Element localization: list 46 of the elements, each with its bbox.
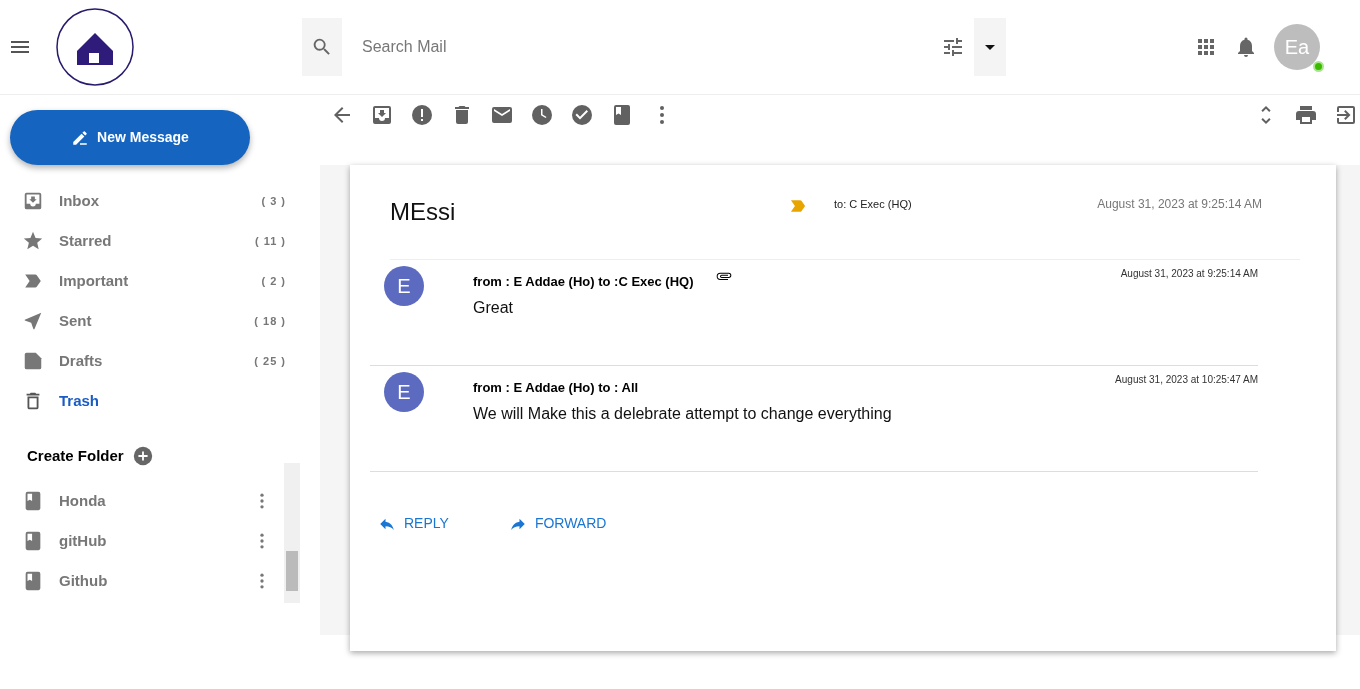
- message-date: August 31, 2023 at 10:25:47 AM: [1115, 373, 1258, 387]
- count-label: ( 25 ): [254, 353, 286, 369]
- scrollbar[interactable]: [284, 463, 300, 603]
- sliders-icon[interactable]: [941, 35, 965, 59]
- sender-avatar: E: [384, 266, 424, 306]
- inbox-tray-icon: [22, 190, 44, 212]
- message-header: from : E Addae (Ho) to : All: [473, 379, 639, 397]
- exclamation-circle-icon[interactable]: [410, 103, 434, 127]
- count-label: ( 3 ): [261, 193, 286, 209]
- create-folder-label: Create Folder: [27, 445, 124, 466]
- count-label: ( 2 ): [261, 273, 286, 289]
- forward-button[interactable]: FORWARD: [502, 512, 613, 535]
- star-icon: [22, 230, 44, 252]
- folder-item[interactable]: gitHub: [0, 521, 284, 561]
- count-label: ( 18 ): [254, 313, 286, 329]
- folder-item[interactable]: Honda: [0, 481, 284, 521]
- sender-avatar: E: [384, 372, 424, 412]
- count-label: ( 11 ): [254, 233, 286, 249]
- new-message-button[interactable]: New Message: [10, 110, 250, 165]
- document-icon: [22, 350, 44, 372]
- check-circle-icon[interactable]: [570, 103, 594, 127]
- thread-date: August 31, 2023 at 9:25:14 AM: [1097, 196, 1262, 213]
- sidebar-item[interactable]: Trash: [0, 381, 320, 421]
- message-body: Great: [473, 297, 513, 318]
- sidebar-item[interactable]: Important ( 2 ): [0, 261, 320, 301]
- sidebar-item[interactable]: Sent ( 18 ): [0, 301, 320, 341]
- inbox-tray-icon[interactable]: [370, 103, 394, 127]
- recipient-text: to: C Exec (HQ): [834, 196, 912, 212]
- sidebar-item[interactable]: Starred ( 11 ): [0, 221, 320, 261]
- message-date: August 31, 2023 at 9:25:14 AM: [1120, 267, 1258, 281]
- printer-icon[interactable]: [1294, 103, 1318, 127]
- subject-title: MEssi: [390, 197, 457, 227]
- plus-circle-icon[interactable]: [131, 445, 154, 467]
- search-button[interactable]: [302, 18, 342, 76]
- folder-item[interactable]: Github: [0, 561, 284, 601]
- sidebar-item[interactable]: Drafts ( 25 ): [0, 341, 320, 381]
- pencil-icon: [71, 128, 90, 147]
- sidebar-item[interactable]: Inbox ( 3 ): [0, 181, 320, 221]
- reply-button[interactable]: REPLY: [372, 512, 455, 535]
- caret-icon: [985, 44, 995, 50]
- search-icon: [311, 36, 333, 58]
- clock-icon[interactable]: [530, 103, 554, 127]
- paper-plane-icon: [22, 310, 44, 332]
- message-header: from : E Addae (Ho) to :C Exec (HQ): [473, 273, 694, 291]
- exit-icon[interactable]: [1334, 103, 1358, 127]
- message-body: We will Make this a delebrate attempt to change everything: [473, 403, 892, 424]
